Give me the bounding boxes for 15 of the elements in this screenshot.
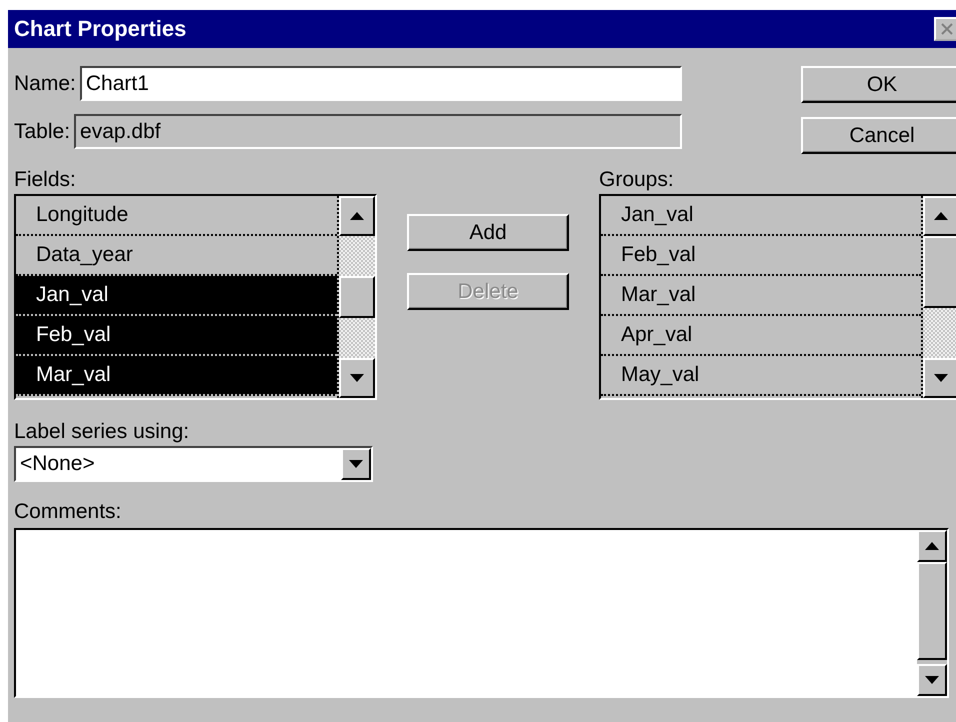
dialog-button[interactable]: Cancel — [801, 117, 956, 154]
field-label: Name: — [14, 72, 76, 96]
list-label: Groups: — [599, 168, 675, 192]
list-label: Fields: — [14, 168, 77, 192]
list-button[interactable]: Add — [407, 214, 569, 251]
list-item[interactable]: Mar_val — [16, 356, 337, 396]
dialog-button[interactable]: OK — [801, 66, 956, 103]
field-label: Table: — [14, 120, 70, 144]
comments-label: Comments: — [14, 500, 122, 524]
window-title: Chart Properties — [14, 16, 186, 42]
name-field[interactable]: Chart1 — [80, 66, 682, 101]
list-item[interactable]: Jan_val — [16, 276, 337, 316]
label-series-dropdown[interactable]: <None> — [14, 446, 373, 482]
combo-label: Label series using: — [14, 420, 190, 444]
list-item[interactable]: Feb_val — [16, 316, 337, 356]
